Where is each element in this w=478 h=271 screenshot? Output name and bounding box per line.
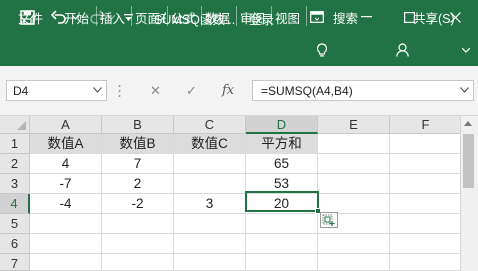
scroll-up-arrow-icon[interactable] [464,121,472,126]
cell-f7[interactable] [390,254,462,271]
row-header-4[interactable]: 4 [0,194,30,214]
cell-c4[interactable]: 3 [174,194,246,214]
cell-e2[interactable] [318,154,390,174]
row-header-6[interactable]: 6 [0,234,30,254]
tab-page-layout[interactable]: 页面布 [135,8,166,27]
share-button[interactable]: 共享(S) [413,8,455,27]
tab-insert[interactable]: 插入 [100,8,125,27]
cell-a1[interactable]: 数值A [30,134,102,154]
cell-a2[interactable]: 4 [30,154,102,174]
column-header-d[interactable]: D [246,116,318,134]
ribbon-display-icon[interactable] [307,0,327,34]
tab-separator [271,6,272,26]
cell-e1[interactable] [318,134,390,154]
column-header-a[interactable]: A [30,116,102,134]
cell-c5[interactable] [174,214,246,234]
cell-b4[interactable]: -2 [102,194,174,214]
active-cell-border [245,191,319,212]
cell-f3[interactable] [390,174,462,194]
cell-c6[interactable] [174,234,246,254]
ribbon-collapse-icon[interactable] [459,34,473,66]
cell-b3[interactable]: 2 [102,174,174,194]
tab-separator [96,6,97,26]
cell-b7[interactable] [102,254,174,271]
cell-e7[interactable] [318,254,390,271]
cell-f1[interactable] [390,134,462,154]
row-header-3[interactable]: 3 [0,174,30,194]
cell-a7[interactable] [30,254,102,271]
tab-home[interactable]: 开始 [64,8,89,27]
tab-view[interactable]: 视图 [275,8,300,27]
enter-icon[interactable]: ✓ [186,80,197,101]
row-header-1[interactable]: 1 [0,134,30,154]
row-header-2[interactable]: 2 [0,154,30,174]
cell-f5[interactable] [390,214,462,234]
cell-c2[interactable] [174,154,246,174]
tab-separator [201,6,202,26]
formula-input[interactable]: =SUMSQ(A4,B4) [252,80,474,101]
select-all-triangle-icon [17,121,26,130]
column-header-f[interactable]: F [390,116,462,134]
cell-f6[interactable] [390,234,462,254]
tab-file[interactable]: 文件 [18,8,43,27]
tab-separator [167,6,168,26]
row-header-5[interactable]: 5 [0,214,30,234]
tab-review[interactable]: 审阅 [240,8,265,27]
cell-d6[interactable] [246,234,318,254]
lightbulb-icon[interactable] [314,34,330,66]
tab-separator [236,6,237,26]
tab-separator [131,6,132,26]
cell-a4[interactable]: -4 [30,194,102,214]
cell-d2[interactable]: 65 [246,154,318,174]
cell-e6[interactable] [318,234,390,254]
cell-b2[interactable]: 7 [102,154,174,174]
cell-b1[interactable]: 数值B [102,134,174,154]
cell-c7[interactable] [174,254,246,271]
name-box[interactable]: D4 [6,80,107,101]
cell-f2[interactable] [390,154,462,174]
insert-function-icon[interactable]: fx [222,80,234,101]
vertical-scroll-thumb[interactable] [463,134,474,188]
cell-a6[interactable] [30,234,102,254]
column-header-e[interactable]: E [318,116,390,134]
row-header-7[interactable]: 7 [0,254,30,271]
cell-c1[interactable]: 数值C [174,134,246,154]
cell-f4[interactable] [390,194,462,214]
cell-d7[interactable] [246,254,318,271]
tab-formulas[interactable]: 公式 [171,8,196,27]
name-box-dropdown-icon[interactable] [93,87,102,93]
cell-d5[interactable] [246,214,318,234]
cell-b5[interactable] [102,214,174,234]
cell-c3[interactable] [174,174,246,194]
tab-data[interactable]: 数据 [205,8,230,27]
cell-d1[interactable]: 平方和 [246,134,318,154]
search-tell-me[interactable]: 搜索 [333,8,358,27]
column-header-c[interactable]: C [174,116,246,134]
column-header-b[interactable]: B [102,116,174,134]
user-icon[interactable] [394,34,410,66]
cell-e4[interactable] [318,194,390,214]
cell-a3[interactable]: -7 [30,174,102,194]
tab-separator [306,6,307,26]
quick-analysis-button[interactable] [320,212,338,228]
cancel-icon[interactable]: ✕ [150,80,161,101]
cell-a5[interactable] [30,214,102,234]
expand-formula-bar-icon[interactable] [460,87,469,93]
cell-e3[interactable] [318,174,390,194]
formula-bar-grip-icon[interactable] [118,80,124,101]
cell-b6[interactable] [102,234,174,254]
